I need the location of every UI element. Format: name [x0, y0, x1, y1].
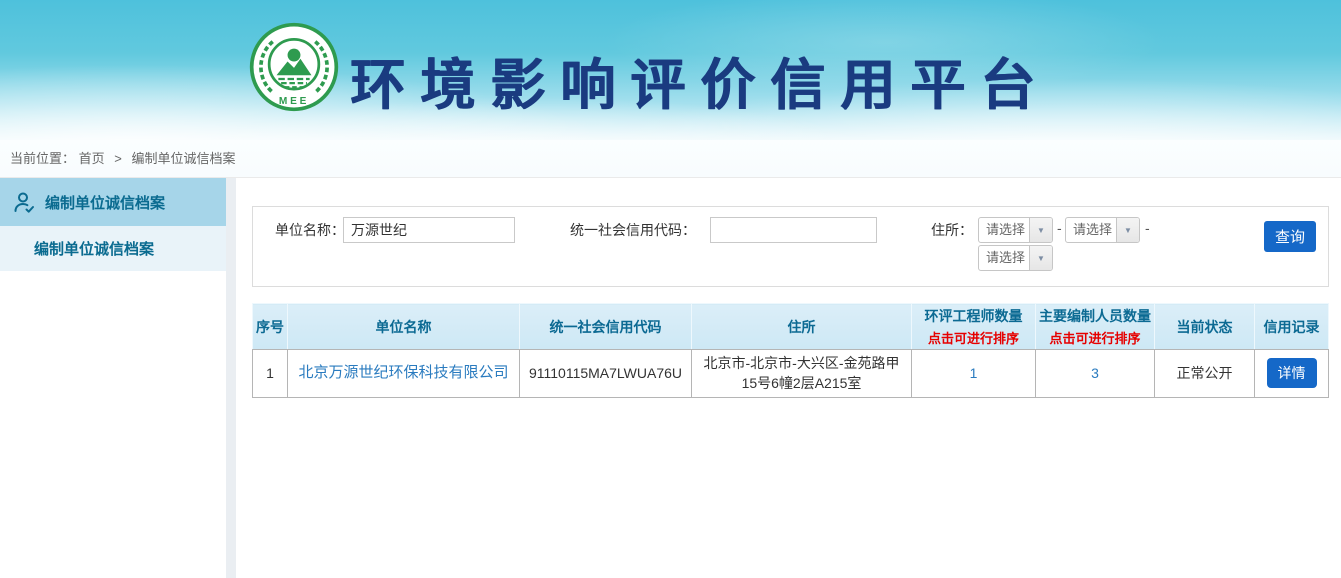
credit-code-input[interactable] [710, 217, 877, 243]
unit-name-label: 单位名称： [275, 217, 345, 243]
sidebar: 编制单位诚信档案 编制单位诚信档案 [0, 178, 226, 578]
chevron-down-icon: ▼ [1029, 246, 1052, 270]
sidebar-item-unit-credit-archive[interactable]: 编制单位诚信档案 [0, 178, 226, 226]
header-address: 住所 [692, 304, 912, 350]
content-area: 编制单位诚信档案 编制单位诚信档案 单位名称： 统一社会信用代码： 住所： 请选… [0, 178, 1341, 578]
header-staff-count-label: 主要编制人员数量 [1039, 308, 1151, 324]
sidebar-subitem-label: 编制单位诚信档案 [34, 238, 154, 259]
credit-code-label: 统一社会信用代码： [570, 217, 696, 243]
sort-hint: 点击可进行排序 [914, 328, 1033, 347]
header-staff-count-sortable[interactable]: 主要编制人员数量 点击可进行排序 [1036, 304, 1155, 350]
page: MEE 环境影响评价信用平台 当前位置： 首页 > 编制单位诚信档案 编制单位诚… [0, 0, 1341, 578]
user-check-icon [12, 190, 36, 214]
sidebar-item-label: 编制单位诚信档案 [45, 192, 165, 213]
cell-index: 1 [253, 350, 288, 398]
district-select[interactable]: 请选择 ▼ [978, 245, 1053, 271]
chevron-down-icon: ▼ [1029, 218, 1052, 242]
engineer-count-link[interactable]: 1 [970, 365, 978, 381]
mee-logo-text: MEE [279, 96, 309, 107]
mee-logo-graphic: MEE [248, 21, 340, 113]
mee-logo: MEE [248, 21, 340, 113]
staff-count-link[interactable]: 3 [1091, 365, 1099, 381]
header-credit-code: 统一社会信用代码 [520, 304, 692, 350]
cell-status: 正常公开 [1155, 350, 1255, 398]
sidebar-divider [226, 178, 236, 578]
sidebar-subitem-unit-credit-archive[interactable]: 编制单位诚信档案 [0, 226, 226, 271]
address-separator: - [1145, 220, 1150, 236]
district-select-value: 请选择 [979, 246, 1029, 270]
city-select-value: 请选择 [1066, 218, 1116, 242]
breadcrumb-current: 编制单位诚信档案 [132, 151, 236, 166]
main-panel: 单位名称： 统一社会信用代码： 住所： 请选择 ▼ - 请选择 ▼ - 请选择 … [236, 178, 1341, 578]
unit-name-input[interactable] [343, 217, 515, 243]
cell-address: 北京市-北京市-大兴区-金苑路甲15号6幢2层A215室 [692, 350, 912, 398]
header-engineer-count-sortable[interactable]: 环评工程师数量 点击可进行排序 [912, 304, 1036, 350]
detail-button[interactable]: 详情 [1267, 358, 1317, 388]
breadcrumb-label: 当前位置： [10, 151, 75, 166]
header-credit-record: 信用记录 [1255, 304, 1329, 350]
header-unit-name: 单位名称 [288, 304, 520, 350]
search-panel: 单位名称： 统一社会信用代码： 住所： 请选择 ▼ - 请选择 ▼ - 请选择 … [252, 206, 1329, 287]
breadcrumb-home-link[interactable]: 首页 [79, 151, 105, 166]
header-status: 当前状态 [1155, 304, 1255, 350]
cell-credit-code: 91110115MA7LWUA76U [520, 350, 692, 398]
header-index: 序号 [253, 304, 288, 350]
breadcrumb-separator: > [114, 151, 122, 166]
breadcrumb: 当前位置： 首页 > 编制单位诚信档案 [0, 140, 1341, 178]
query-button[interactable]: 查询 [1264, 221, 1316, 252]
results-table: 序号 单位名称 统一社会信用代码 住所 环评工程师数量 点击可进行排序 主要编制… [252, 303, 1329, 398]
site-title: 环境影响评价信用平台 [350, 40, 1050, 120]
chevron-down-icon: ▼ [1116, 218, 1139, 242]
company-name-link[interactable]: 北京万源世纪环保科技有限公司 [298, 364, 508, 381]
province-select[interactable]: 请选择 ▼ [978, 217, 1053, 243]
site-header: MEE 环境影响评价信用平台 [0, 0, 1341, 140]
table-row: 1 北京万源世纪环保科技有限公司 91110115MA7LWUA76U 北京市-… [253, 350, 1329, 398]
table-header-row: 序号 单位名称 统一社会信用代码 住所 环评工程师数量 点击可进行排序 主要编制… [253, 304, 1329, 350]
address-separator: - [1057, 220, 1062, 236]
header-engineer-count-label: 环评工程师数量 [925, 308, 1023, 324]
address-label: 住所： [931, 217, 973, 243]
city-select[interactable]: 请选择 ▼ [1065, 217, 1140, 243]
sort-hint: 点击可进行排序 [1038, 328, 1152, 347]
province-select-value: 请选择 [979, 218, 1029, 242]
